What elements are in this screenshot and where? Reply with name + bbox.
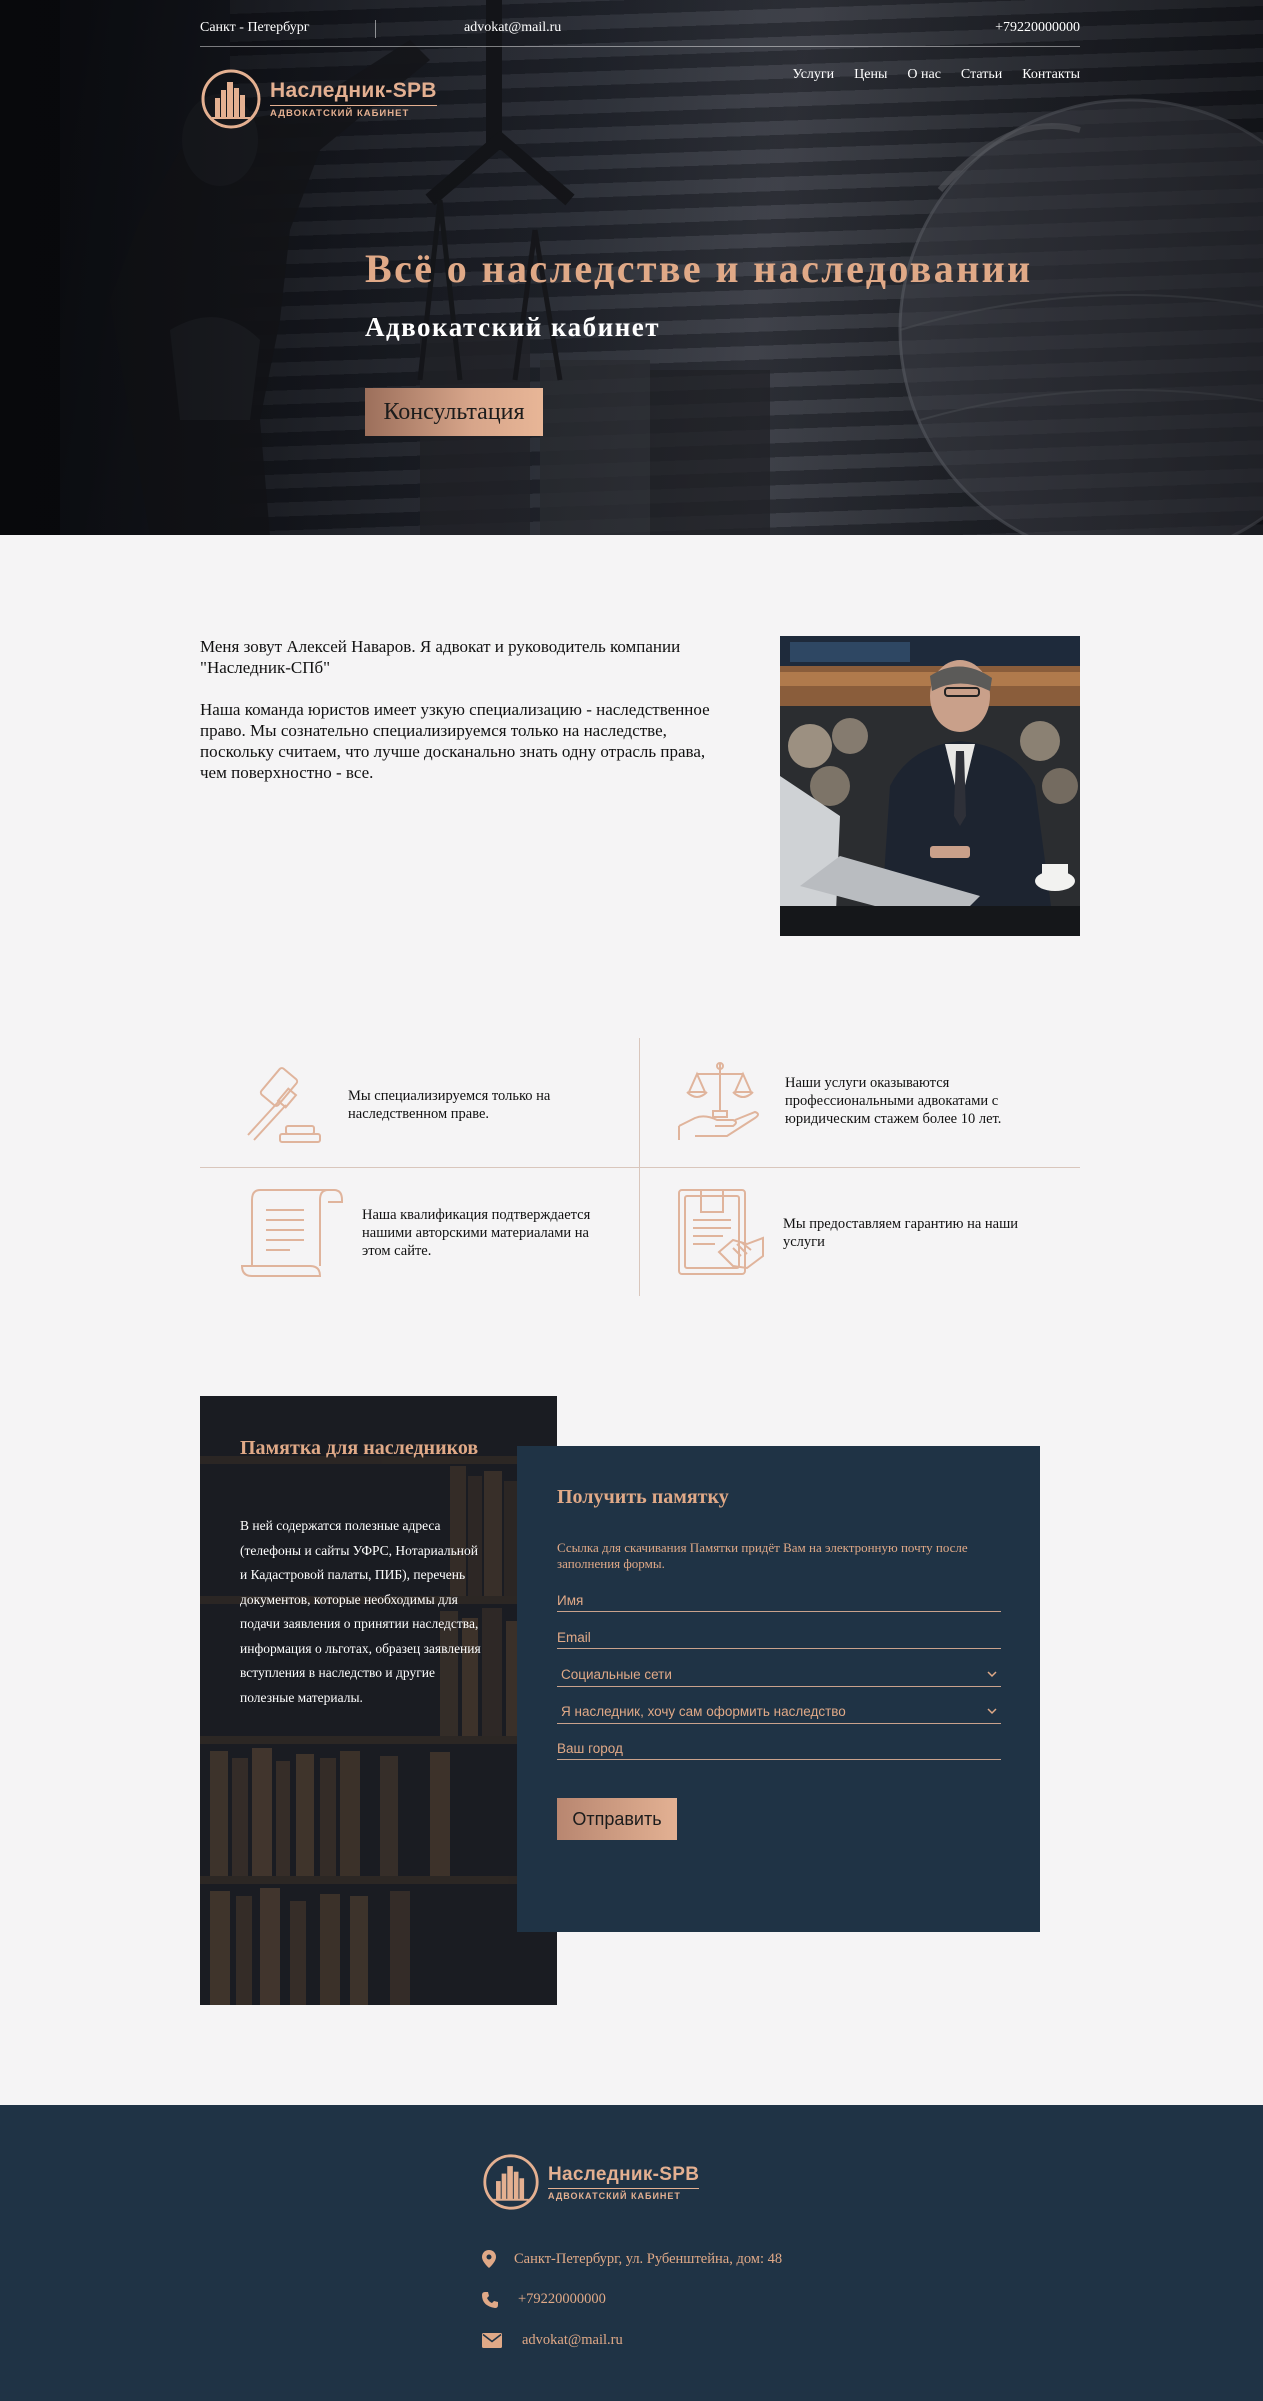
topbar-email-link[interactable]: advokat@mail.ru: [464, 20, 561, 36]
footer-email-row: advokat@mail.ru: [482, 2332, 623, 2349]
nav-item-articles[interactable]: Статьи: [961, 67, 1002, 83]
feature-item: Мы предоставляем гарантию на наши услуги: [675, 1186, 1075, 1280]
features-divider-horizontal: [200, 1167, 1080, 1168]
logo-name: Наследник-SPB: [270, 79, 437, 102]
topbar-underline: [200, 46, 1080, 47]
social-networks-select-value: Социальные сети: [561, 1667, 672, 1682]
scroll-icon: [240, 1189, 343, 1277]
feature-text: Наши услуги оказываются профессиональным…: [785, 1075, 1002, 1127]
footer-address: Санкт-Петербург, ул. Рубенштейна, дом: 4…: [514, 2250, 783, 2267]
heir-role-select-value: Я наследник, хочу сам оформить наследств…: [561, 1704, 846, 1719]
city-buildings-logo-icon: [201, 69, 261, 129]
topbar-divider: [375, 20, 376, 38]
envelope-icon: [482, 2333, 502, 2348]
city-buildings-logo-icon: [483, 2154, 539, 2210]
footer-phone-link[interactable]: +79220000000: [518, 2291, 606, 2308]
topbar-city: Санкт - Петербург: [200, 20, 310, 35]
submit-button[interactable]: Отправить: [557, 1798, 677, 1840]
features-section: Мы специализируемся только на наследстве…: [200, 1038, 1080, 1296]
nav-item-services[interactable]: Услуги: [792, 67, 834, 83]
form-hint: Ссылка для скачивания Памятки придёт Вам…: [557, 1540, 968, 1571]
header-logo[interactable]: Наследник-SPB АДВОКАТСКИЙ КАБИНЕТ: [200, 68, 437, 130]
feature-text: Мы специализируемся только на наследстве…: [348, 1088, 551, 1122]
feature-item: Наши услуги оказываются профессиональным…: [675, 1056, 1075, 1146]
consultation-button[interactable]: Консультация: [365, 388, 543, 436]
memo-request-form: Получить памятку Ссылка для скачивания П…: [517, 1446, 1040, 1932]
social-networks-select[interactable]: Социальные сети: [557, 1665, 1001, 1687]
main-nav: Услуги Цены О нас Статьи Контакты: [792, 67, 1080, 83]
chevron-down-icon: [987, 1671, 997, 1678]
name-field[interactable]: [557, 1590, 1001, 1612]
nav-item-about[interactable]: О нас: [907, 67, 941, 83]
footer-address-row: Санкт-Петербург, ул. Рубенштейна, дом: 4…: [482, 2250, 782, 2268]
about-text: Меня зовут Алексей Наваров. Я адвокат и …: [200, 636, 720, 783]
scales-hand-icon: [678, 1062, 759, 1140]
lawyer-photo-illustration: [780, 636, 1080, 936]
chevron-down-icon: [987, 1708, 997, 1715]
nav-item-contacts[interactable]: Контакты: [1022, 67, 1080, 83]
hero-subtitle: Адвокатский кабинет: [365, 312, 661, 342]
memo-title: Памятка для наследников: [240, 1437, 479, 1459]
topbar: Санкт - Петербург advokat@mail.ru +79220…: [200, 20, 1080, 48]
feature-text: Мы предоставляем гарантию на наши услуги: [783, 1216, 1019, 1250]
footer-email-link[interactable]: advokat@mail.ru: [522, 2332, 623, 2349]
heir-role-select[interactable]: Я наследник, хочу сам оформить наследств…: [557, 1702, 1001, 1724]
city-field[interactable]: [557, 1738, 1001, 1760]
phone-icon: [482, 2291, 498, 2308]
hero-title: Всё о наследстве и наследовании: [365, 246, 1033, 291]
topbar-phone-link[interactable]: +79220000000: [995, 20, 1080, 36]
memo-card: Памятка для наследников В ней содержатся…: [200, 1396, 557, 2005]
map-pin-icon: [482, 2250, 496, 2268]
gavel-icon: [247, 1067, 321, 1143]
memo-description: В ней содержатся полезные адреса (телефо…: [240, 1518, 481, 1705]
logo-subtitle: АДВОКАТСКИЙ КАБИНЕТ: [548, 2187, 700, 2201]
about-paragraph-team: Наша команда юристов имеет узкую специал…: [200, 700, 710, 782]
logo-subtitle: АДВОКАТСКИЙ КАБИНЕТ: [270, 105, 437, 119]
email-field[interactable]: [557, 1627, 1001, 1649]
form-title: Получить памятку: [557, 1486, 729, 1508]
footer: Наследник-SPB АДВОКАТСКИЙ КАБИНЕТ Санкт-…: [0, 2105, 1263, 2401]
contract-handshake-icon: [678, 1189, 764, 1275]
feature-item: Мы специализируемся только на наследстве…: [238, 1060, 618, 1150]
feature-item: Наша квалификация подтверждается нашими …: [238, 1186, 638, 1280]
logo-name: Наследник-SPB: [548, 2163, 700, 2185]
footer-logo[interactable]: Наследник-SPB АДВОКАТСКИЙ КАБИНЕТ: [482, 2153, 700, 2211]
nav-item-prices[interactable]: Цены: [854, 67, 887, 83]
about-paragraph-intro: Меня зовут Алексей Наваров. Я адвокат и …: [200, 637, 681, 677]
footer-phone-row: +79220000000: [482, 2291, 606, 2308]
lawyer-photo: [780, 636, 1080, 936]
feature-text: Наша квалификация подтверждается нашими …: [362, 1207, 591, 1259]
hero-section: Санкт - Петербург advokat@mail.ru +79220…: [0, 0, 1263, 535]
